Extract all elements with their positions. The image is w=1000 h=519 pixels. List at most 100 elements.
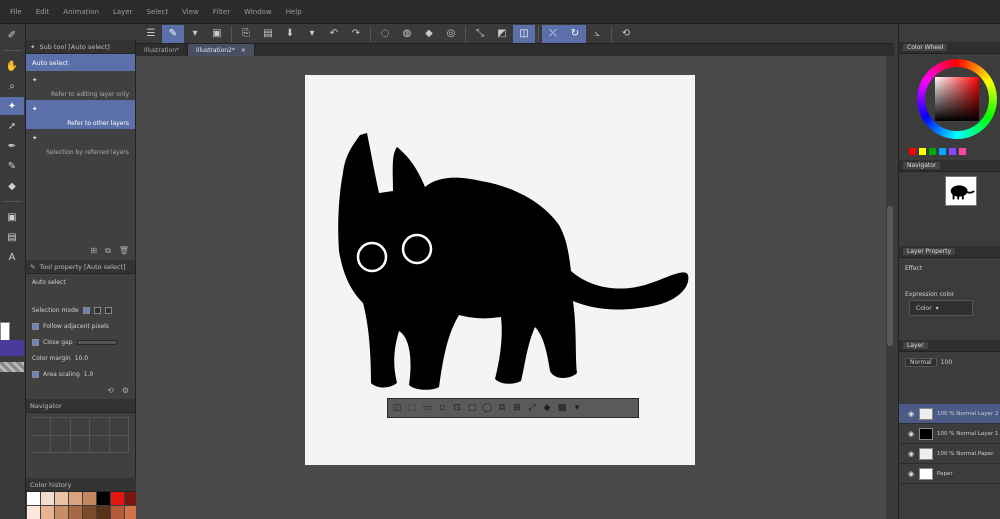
color-swatch[interactable] xyxy=(55,506,68,519)
color-swatch[interactable] xyxy=(69,492,82,505)
color-swatch[interactable] xyxy=(41,492,54,505)
color-margin-row[interactable]: Color margin 10.0 xyxy=(26,350,135,366)
copy-paste-icon[interactable]: ⧉ xyxy=(495,401,509,415)
brush-icon[interactable]: ✒ xyxy=(0,137,24,155)
invert-icon[interactable]: ◎ xyxy=(440,25,462,43)
selection-mode-row[interactable]: Selection mode xyxy=(26,302,135,318)
snap-icon[interactable]: ⤫ xyxy=(542,24,564,43)
close-gap-slider[interactable] xyxy=(76,339,117,345)
tab-color-wheel[interactable]: Color Wheel xyxy=(903,44,948,51)
menu-window[interactable]: Window xyxy=(244,8,272,16)
mode-new-icon[interactable] xyxy=(82,306,90,314)
tab-navigator[interactable]: Navigator xyxy=(903,162,941,169)
eye-icon[interactable]: ◉ xyxy=(907,410,915,418)
undo-icon[interactable]: ↶ xyxy=(323,25,345,43)
saturation-value-square[interactable] xyxy=(935,77,979,121)
sub-tool-auto-select[interactable]: Auto select xyxy=(26,54,135,71)
clear-outside-icon[interactable]: ▢ xyxy=(465,401,479,415)
mode-subtract-icon[interactable] xyxy=(104,306,112,314)
eye-icon[interactable]: ◉ xyxy=(907,470,915,478)
color-swatch[interactable] xyxy=(27,492,40,505)
copy-sub-tool-icon[interactable]: ⧉ xyxy=(105,246,111,256)
opacity-value[interactable]: 100 xyxy=(941,359,952,366)
color-swatch[interactable] xyxy=(27,506,40,519)
perspective-icon[interactable]: ⦣ xyxy=(586,25,608,43)
follow-adjacent-checkbox[interactable] xyxy=(32,322,39,330)
color-chip[interactable] xyxy=(939,148,946,155)
delete-sub-tool-icon[interactable]: 🗑 xyxy=(119,246,129,256)
zoom-icon[interactable]: ⌕ xyxy=(0,77,24,95)
redo-icon[interactable]: ↷ xyxy=(345,25,367,43)
menu-edit[interactable]: Edit xyxy=(36,8,50,16)
navigator-thumbnail[interactable] xyxy=(945,176,977,206)
blend-mode-select[interactable]: Normal xyxy=(905,357,937,367)
menu-view[interactable]: View xyxy=(182,8,199,16)
eye-icon[interactable]: ◉ xyxy=(907,450,915,458)
scrollbar-thumb[interactable] xyxy=(887,206,893,346)
color-swatch[interactable] xyxy=(97,492,110,505)
follow-adjacent-row[interactable]: Follow adjacent pixels xyxy=(26,318,135,334)
sub-tool-refer-editing[interactable]: Refer to editing layer only xyxy=(26,88,135,100)
crop-icon[interactable]: ⊡ xyxy=(450,401,464,415)
close-gap-checkbox[interactable] xyxy=(32,338,39,346)
tab-layer-property[interactable]: Layer Property xyxy=(903,248,956,255)
reset-icon[interactable]: ⟲ xyxy=(107,386,114,395)
menu-filter[interactable]: Filter xyxy=(213,8,230,16)
more-icon[interactable]: ▾ xyxy=(570,401,584,415)
layer-row[interactable]: ◉ 100 % Normal Paper xyxy=(899,444,1000,464)
layer-row[interactable]: ◉ Paper xyxy=(899,464,1000,484)
auto-select-icon[interactable]: ✦ xyxy=(0,97,24,115)
area-scaling-row[interactable]: Area scaling 1.0 xyxy=(26,366,135,382)
color-wheel[interactable] xyxy=(917,59,997,139)
color-chip[interactable] xyxy=(929,148,936,155)
close-gap-row[interactable]: Close gap xyxy=(26,334,135,350)
settings-icon[interactable]: ⚙ xyxy=(122,386,129,395)
layer-row[interactable]: ◉ 100 % Normal Layer 2 xyxy=(899,404,1000,424)
color-swatch[interactable] xyxy=(55,492,68,505)
tab-illustration2[interactable]: Illustration2* × xyxy=(188,44,255,56)
color-swatch[interactable] xyxy=(111,492,124,505)
menu-layer[interactable]: Layer xyxy=(113,8,133,16)
tab-illustration[interactable]: Illustration* xyxy=(136,44,189,56)
hand-icon[interactable]: ✋ xyxy=(0,57,24,75)
color-swatch[interactable] xyxy=(69,506,82,519)
area-scaling-checkbox[interactable] xyxy=(32,370,39,378)
sub-tool-refer-other[interactable]: Refer to other layers xyxy=(26,117,135,129)
menu-icon[interactable]: ☰ xyxy=(140,25,162,43)
vertical-scrollbar[interactable] xyxy=(886,56,894,519)
scale-icon[interactable]: ⤢ xyxy=(525,401,539,415)
invert-selection-icon[interactable]: ⬚ xyxy=(405,401,419,415)
flip-icon[interactable]: ◩ xyxy=(491,25,513,43)
menu-file[interactable]: File xyxy=(10,8,22,16)
move-icon[interactable]: ➚ xyxy=(0,117,24,135)
expression-color-select[interactable]: Color ▾ xyxy=(909,300,973,316)
open-icon[interactable]: ⎘ xyxy=(235,25,257,43)
color-chip[interactable] xyxy=(949,148,956,155)
fill-tool-icon[interactable]: ◆ xyxy=(0,177,24,195)
select-all-icon[interactable]: ◌ xyxy=(374,25,396,43)
color-chip[interactable] xyxy=(909,148,916,155)
mode-add-icon[interactable] xyxy=(93,306,101,314)
chevron-down-icon[interactable]: ▾ xyxy=(184,25,206,43)
color-swatch[interactable] xyxy=(111,506,124,519)
pen-icon[interactable]: ✐ xyxy=(0,26,24,44)
color-swatch[interactable] xyxy=(41,506,54,519)
color-chip[interactable] xyxy=(919,148,926,155)
figure-icon[interactable]: ▣ xyxy=(0,208,24,226)
fill-icon[interactable]: ◆ xyxy=(418,25,440,43)
fill-icon[interactable]: ◆ xyxy=(540,401,554,415)
eraser-icon[interactable]: ✎ xyxy=(0,157,24,175)
export-icon[interactable]: ▾ xyxy=(301,25,323,43)
deselect-icon[interactable]: ◍ xyxy=(396,25,418,43)
shrink-selection-icon[interactable]: ▫ xyxy=(435,401,449,415)
tone-icon[interactable]: ▩ xyxy=(555,401,569,415)
add-sub-tool-icon[interactable]: ⊞ xyxy=(90,246,97,256)
layer-row[interactable]: ◉ 100 % Normal Layer 1 xyxy=(899,424,1000,444)
frame-icon[interactable]: ▤ xyxy=(0,228,24,246)
brush-mode-icon[interactable]: ✎ xyxy=(162,24,184,43)
menu-select[interactable]: Select xyxy=(147,8,169,16)
text-icon[interactable]: A xyxy=(0,248,24,266)
sub-tool-icon-row-selected[interactable]: ✦ xyxy=(26,100,135,117)
close-icon[interactable]: × xyxy=(241,47,246,54)
deselect-icon[interactable]: ◫ xyxy=(390,401,404,415)
